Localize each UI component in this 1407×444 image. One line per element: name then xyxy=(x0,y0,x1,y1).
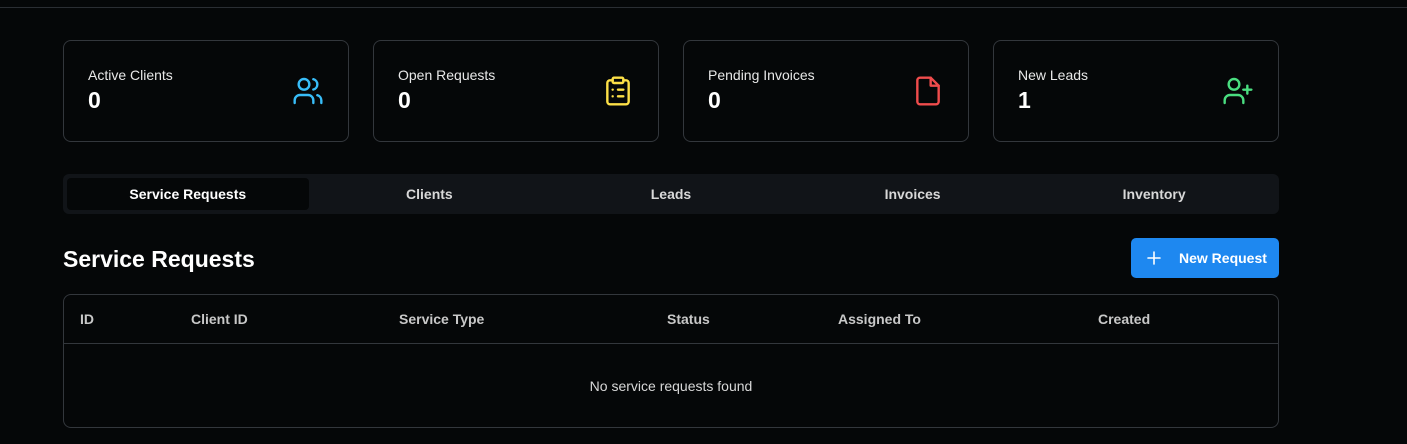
stat-value: 0 xyxy=(88,87,101,113)
tab-bar: Service Requests Clients Leads Invoices … xyxy=(63,174,1279,214)
column-header-id[interactable]: ID xyxy=(80,311,94,327)
service-requests-table: ID Client ID Service Type Status Assigne… xyxy=(63,294,1279,428)
new-request-button[interactable]: New Request xyxy=(1131,238,1279,278)
stat-value: 0 xyxy=(398,87,411,113)
tab-inventory[interactable]: Inventory xyxy=(1033,178,1275,210)
stat-card-new-leads: New Leads 1 xyxy=(993,40,1279,142)
stat-card-active-clients: Active Clients 0 xyxy=(63,40,349,142)
stat-card-pending-invoices: Pending Invoices 0 xyxy=(683,40,969,142)
table-header: ID Client ID Service Type Status Assigne… xyxy=(64,295,1278,344)
stats-row: Active Clients 0 Open Requests 0 Pending… xyxy=(63,40,1279,142)
stat-label: Active Clients xyxy=(88,67,173,83)
clipboard-list-icon xyxy=(606,76,630,106)
page-title: Service Requests xyxy=(63,246,255,272)
user-plus-icon xyxy=(1223,77,1253,105)
stat-label: New Leads xyxy=(1018,67,1089,83)
users-icon xyxy=(293,77,323,105)
column-header-created[interactable]: Created xyxy=(1098,311,1150,327)
stat-label: Open Requests xyxy=(398,67,496,83)
stat-value: 1 xyxy=(1018,87,1031,113)
top-divider xyxy=(0,7,1407,8)
tab-service-requests[interactable]: Service Requests xyxy=(67,178,309,210)
column-header-status[interactable]: Status xyxy=(667,311,710,327)
column-header-service-type[interactable]: Service Type xyxy=(399,311,484,327)
column-header-assigned-to[interactable]: Assigned To xyxy=(838,311,921,327)
dashboard-main: Active Clients 0 Open Requests 0 Pending… xyxy=(63,40,1279,428)
tab-invoices[interactable]: Invoices xyxy=(792,178,1034,210)
column-header-client-id[interactable]: Client ID xyxy=(191,311,248,327)
section-header: Service Requests New Request xyxy=(63,238,1279,294)
tab-clients[interactable]: Clients xyxy=(309,178,551,210)
stat-label: Pending Invoices xyxy=(708,67,815,83)
new-request-label: New Request xyxy=(1179,250,1267,266)
empty-state-message: No service requests found xyxy=(589,378,753,394)
plus-icon xyxy=(1147,251,1161,265)
stat-value: 0 xyxy=(708,87,721,113)
file-icon xyxy=(916,76,940,106)
tab-leads[interactable]: Leads xyxy=(550,178,792,210)
stat-card-open-requests: Open Requests 0 xyxy=(373,40,659,142)
